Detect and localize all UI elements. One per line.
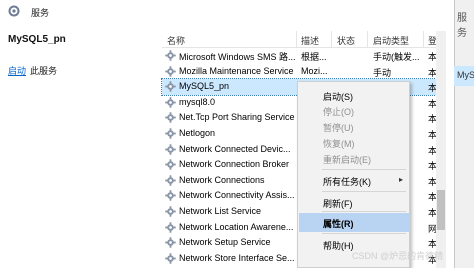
menu-item-label: 属性(R) [323,219,354,229]
services-icon [8,5,20,17]
menu-separator [322,211,406,212]
gear-icon [165,97,176,108]
service-name: Network Connection Broker [179,159,290,170]
menu-item-refresh[interactable]: 刷新(F) [299,193,409,212]
menu-item-label: 刷新(F) [323,199,353,209]
service-description: 根据... [301,52,327,62]
menu-item-label: 所有任务(K) [323,177,371,187]
gear-icon [165,190,176,202]
column-divider[interactable] [331,31,332,48]
watermark: CSDN @炉忌的肯德精 [352,251,444,261]
service-name: Network List Service [179,206,262,216]
service-startup-type: 手动(触发... [373,52,420,62]
actions-pane [454,0,474,268]
scrollbar-thumb[interactable] [437,190,445,230]
gear-icon [165,112,176,124]
context-menu: 启动(S) 停止(O) 暂停(U) 恢复(M) 重新启动(E) 所有任务(K) ▸… [297,81,410,268]
gear-icon [165,253,176,264]
actions-pane-title: 服务 [457,13,467,39]
gear-icon [165,159,176,170]
menu-item-properties[interactable]: 属性(R) [299,213,409,232]
service-name: Network Connectivity Assis... [179,190,295,201]
menu-separator [322,169,406,170]
table-row[interactable]: Mozilla Maintenance Service Mozi... 手动本 [162,64,444,80]
column-divider[interactable] [296,31,297,48]
chevron-right-icon: ▸ [398,175,403,184]
service-name: Microsoft Windows SMS 路... [179,52,295,62]
table-row[interactable]: Microsoft Windows SMS 路... 根据... 手动(触发... 本 [162,48,444,64]
menu-item-all-tasks[interactable]: 所有任务(K) ▸ [299,171,409,190]
actions-pane-item-label: MyS [457,70,474,80]
selected-service-title: MySQL5_pn [8,34,66,45]
column-divider[interactable] [423,31,424,48]
service-name: Netlogon [179,128,216,138]
left-description-pane [0,22,162,268]
window-title: 服务 [31,8,50,18]
menu-item-label: 帮助(H) [323,241,354,251]
gear-icon [165,65,176,77]
gear-icon [165,143,176,155]
vertical-scrollbar[interactable] [436,31,446,268]
menu-item-label: 重新启动(E) [323,155,371,165]
title-bar [0,0,474,22]
service-name: Network Location Awarene... [179,221,294,232]
service-name: Network Connections [179,174,265,185]
gear-icon [165,221,176,233]
service-description: Mozi... [301,65,328,76]
column-header-status[interactable]: 状态 [337,34,355,47]
service-name: Network Store Interface Se... [179,252,295,263]
start-service-suffix: 此服务 [30,66,58,76]
column-divider[interactable] [367,31,368,48]
service-name: MySQL5_pn [179,81,230,92]
service-startup-type: 手动 [373,67,392,78]
menu-separator [322,233,406,234]
list-header: 名称 描述 状态 启动类型 登 [162,31,444,48]
menu-separator [322,191,406,192]
gear-icon [165,128,176,139]
column-header-name[interactable]: 名称 [167,34,185,47]
service-name: Mozilla Maintenance Service [179,65,294,76]
gear-icon [165,206,176,217]
gear-icon [165,175,176,186]
menu-item-restart[interactable]: 重新启动(E) [299,149,409,168]
gear-icon [165,50,176,61]
column-header-description[interactable]: 描述 [301,34,319,47]
gear-icon [165,237,176,248]
gear-icon [165,81,176,92]
service-name: mysql8.0 [179,96,216,107]
column-header-startup-type[interactable]: 启动类型 [373,34,409,47]
service-name: Network Connected Devic... [179,143,291,154]
start-service-link[interactable]: 启动 [8,64,26,77]
service-name: Net.Tcp Port Sharing Service [179,112,295,123]
services-window: 服务 MySQL5_pn 启动 此服务 名称 描述 状态 启动类型 登 Micr… [0,0,474,268]
service-name: Network Setup Service [179,237,271,248]
